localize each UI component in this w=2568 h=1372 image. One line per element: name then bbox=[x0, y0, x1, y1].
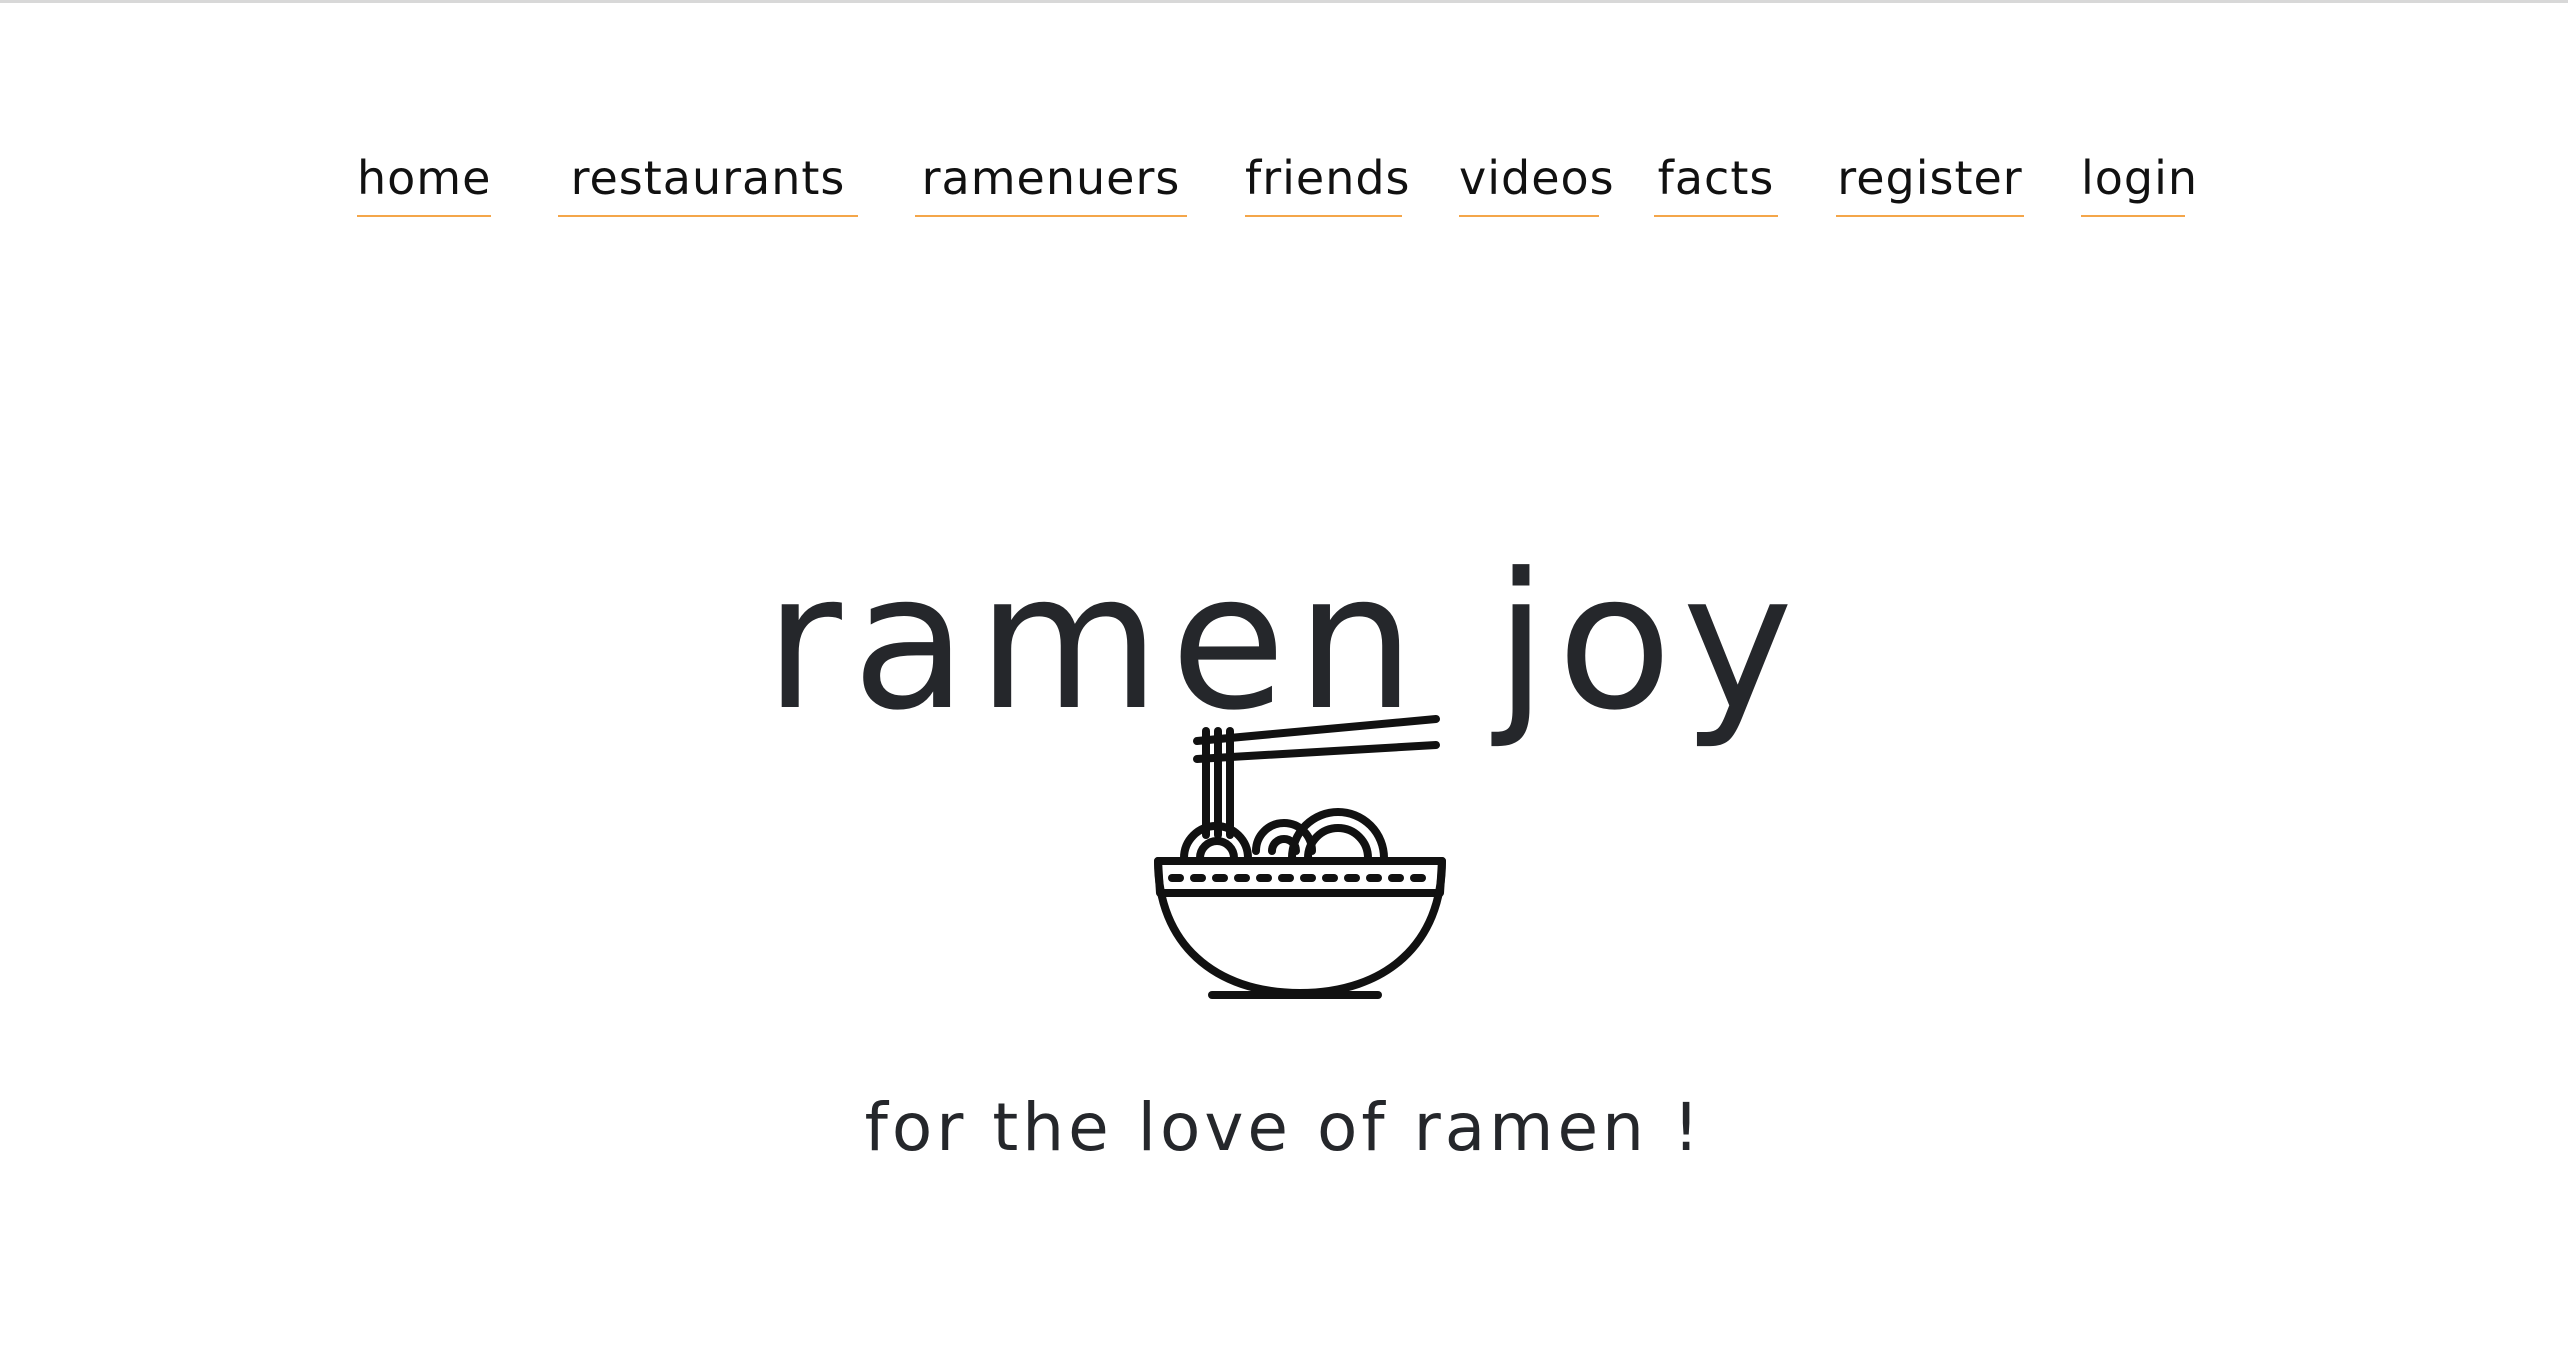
nav-link-videos[interactable]: videos bbox=[1459, 155, 1614, 217]
page: home restaurants ramenuers friends video… bbox=[0, 0, 2568, 1372]
nav-link-home[interactable]: home bbox=[357, 155, 491, 217]
nav-link-friends[interactable]: friends bbox=[1245, 155, 1410, 217]
ramen-bowl-icon bbox=[1154, 715, 1446, 999]
main-nav: home restaurants ramenuers friends video… bbox=[0, 155, 2568, 235]
nav-link-restaurants[interactable]: restaurants bbox=[558, 155, 858, 217]
tagline: for the love of ramen ! bbox=[864, 1089, 1704, 1166]
nav-link-ramenuers[interactable]: ramenuers bbox=[915, 155, 1187, 217]
nav-link-facts[interactable]: facts bbox=[1654, 155, 1778, 217]
nav-link-register[interactable]: register bbox=[1836, 155, 2024, 217]
nav-link-login[interactable]: login bbox=[2081, 155, 2197, 217]
